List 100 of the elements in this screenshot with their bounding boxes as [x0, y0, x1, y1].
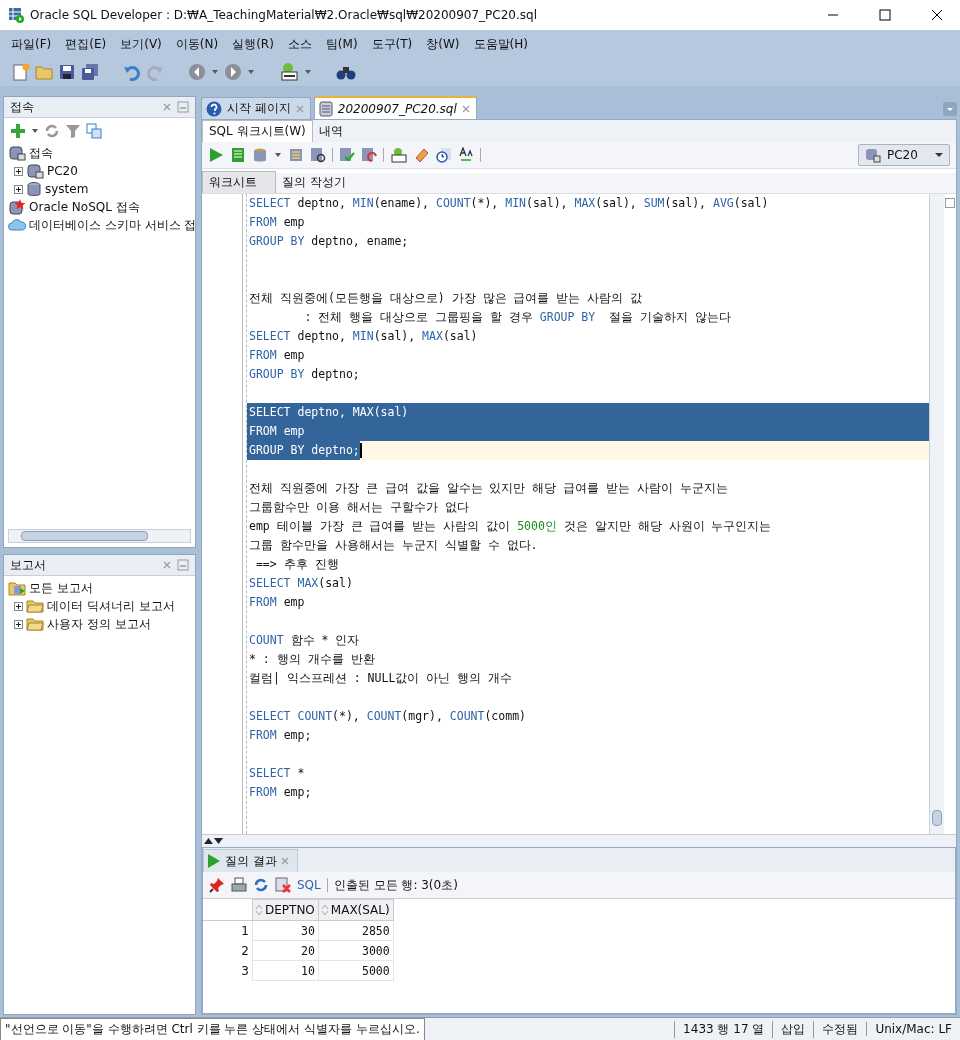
code-line: FROM emp;: [249, 784, 312, 801]
run-script-icon[interactable]: [230, 147, 246, 163]
dropdown-icon[interactable]: [943, 102, 957, 116]
menu-item[interactable]: 소스: [280, 35, 319, 53]
panel-title: 보고서: [10, 556, 47, 574]
status-message: "선언으로 이동"을 수행하려면 Ctrl 키를 누른 상태에서 식별자를 누르십시오.: [0, 1017, 425, 1040]
run-icon[interactable]: [208, 147, 224, 163]
menu-item[interactable]: 도움말(H): [466, 35, 535, 53]
sql-icon[interactable]: [390, 147, 408, 163]
tab[interactable]: 내역: [312, 121, 349, 142]
database-icon: [318, 100, 333, 117]
sql-link[interactable]: SQL: [297, 878, 321, 892]
eraser-icon[interactable]: [414, 147, 430, 163]
tree-item[interactable]: 접속: [29, 144, 53, 162]
caret-icon: [935, 151, 943, 159]
sql-worksheet-icon[interactable]: [279, 62, 299, 82]
back-icon[interactable]: [188, 63, 206, 81]
tree-item[interactable]: system: [45, 182, 89, 196]
code-line: ==> 추후 진행: [254, 556, 339, 573]
menu-item[interactable]: 파일(F): [4, 35, 59, 53]
expand-toggle[interactable]: [14, 166, 23, 176]
menu-item[interactable]: 실행(R): [225, 35, 281, 53]
collapse-down-icon[interactable]: [214, 837, 224, 845]
table-cell: 5000: [318, 960, 394, 981]
refresh-icon[interactable]: [253, 877, 269, 893]
menu-item[interactable]: 편집(E): [58, 35, 114, 53]
connection-select[interactable]: PC20: [858, 144, 950, 166]
code-line: SELECT MAX(sal): [249, 575, 353, 592]
code-line: * : 행의 개수를 반환: [249, 651, 375, 668]
tree-item[interactable]: 사용자 정의 보고서: [47, 615, 151, 633]
tab[interactable]: 질의 작성기: [276, 172, 352, 193]
add-icon[interactable]: [10, 123, 26, 139]
cursor-position: 1433 행 17 열: [674, 1020, 773, 1038]
save-icon[interactable]: [58, 63, 76, 81]
new-file-icon[interactable]: [12, 63, 30, 81]
code-line: 컬럼| 익스프레션 : NULL값이 아닌 행의 개수: [249, 670, 513, 687]
sort-icon: [320, 904, 329, 916]
tab[interactable]: 워크시트: [202, 171, 276, 193]
menu-item[interactable]: 보기(V): [113, 35, 169, 53]
table-cell: 10: [252, 960, 319, 981]
tree-item[interactable]: 데이터 딕셔너리 보고서: [47, 597, 175, 615]
insert-mode: 삽입: [772, 1020, 814, 1038]
delete-icon[interactable]: [275, 877, 291, 893]
collapse-up-icon[interactable]: [204, 837, 214, 845]
refresh-icon[interactable]: [44, 123, 60, 139]
code-line: GROUP BY deptno;: [249, 366, 360, 383]
menu-item[interactable]: 도구(T): [364, 35, 420, 53]
window-title: Oracle SQL Developer : D:₩A_TeachingMaterial₩2.Oracle₩sql₩20200907_PC20.sql: [30, 8, 538, 22]
tree-item[interactable]: PC20: [47, 164, 78, 178]
code-line: FROM emp: [249, 594, 305, 611]
code-line: : 전체 행을 대상으로 그룹핑을 할 경우 GROUP BY 절을 기술하지 않는다: [303, 309, 731, 326]
run-icon: [207, 853, 221, 869]
print-icon[interactable]: [231, 877, 247, 893]
editor-tab[interactable]: 20200907_PC20.sql: [313, 96, 477, 119]
table-cell: 3000: [318, 940, 394, 961]
tree-item[interactable]: 모든 보고서: [29, 579, 93, 597]
database-icon[interactable]: [252, 147, 268, 163]
code-line: 그룹함수만 이용 해서는 구할수가 없다: [249, 499, 469, 516]
tree-item[interactable]: 데이터베이스 스키마 서비스 접: [29, 216, 195, 234]
vertical-scrollbar[interactable]: [929, 194, 944, 834]
undo-icon[interactable]: [123, 63, 141, 81]
code-line: FROM emp: [249, 423, 305, 440]
database-icon: [26, 181, 42, 197]
tab[interactable]: SQL 워크시트(W): [202, 120, 313, 142]
row-number: 3: [203, 960, 253, 981]
filter-icon[interactable]: [65, 123, 81, 139]
database-plug-icon: [26, 163, 44, 179]
text-case-icon[interactable]: [458, 147, 474, 163]
commit-icon[interactable]: [339, 147, 355, 163]
pin-icon[interactable]: [209, 877, 225, 893]
code-line: 전체 직원중에(모든행을 대상으로) 가장 많은 급여를 받는 사람의 값: [249, 290, 643, 307]
row-number: 1: [203, 920, 253, 941]
editor-tab[interactable]: 시작 페이지: [201, 97, 311, 119]
menu-item[interactable]: 창(W): [419, 35, 467, 53]
maximize-icon[interactable]: [879, 9, 891, 21]
line-ending: Unix/Mac: LF: [866, 1022, 960, 1036]
clock-icon[interactable]: [436, 147, 452, 163]
reports-folder-icon: [8, 580, 26, 596]
forward-icon[interactable]: [224, 63, 242, 81]
column-header[interactable]: MAX(SAL): [318, 899, 394, 921]
table-cell: 20: [252, 940, 319, 961]
code-line: SELECT deptno, MIN(sal), MAX(sal): [249, 328, 478, 345]
database-plug-icon: [865, 147, 881, 163]
close-icon[interactable]: [931, 9, 943, 21]
menu-item[interactable]: 이동(N): [168, 35, 226, 53]
tree-item[interactable]: Oracle NoSQL 접속: [29, 198, 140, 216]
expand-toggle[interactable]: [14, 601, 23, 611]
code-line: SELECT COUNT(*), COUNT(mgr), COUNT(comm): [249, 708, 526, 725]
expand-toggle[interactable]: [14, 184, 23, 194]
save-all-icon[interactable]: [81, 63, 99, 81]
horizontal-scrollbar[interactable]: [8, 529, 191, 543]
row-number: 2: [203, 940, 253, 961]
menu-item[interactable]: 팀(M): [318, 35, 365, 53]
expand-toggle[interactable]: [14, 619, 23, 629]
results-tab[interactable]: 질의 결과: [203, 849, 298, 872]
code-line: 전체 직원중에 가장 큰 급여 값을 알수는 있지만 해당 급여를 받는 사람이 누군지는: [249, 480, 729, 497]
code-line: GROUP BY deptno, ename;: [249, 233, 409, 250]
modified-state: 수정됨: [813, 1020, 867, 1038]
help-icon: [206, 100, 222, 117]
column-header[interactable]: DEPTNO: [252, 899, 319, 921]
